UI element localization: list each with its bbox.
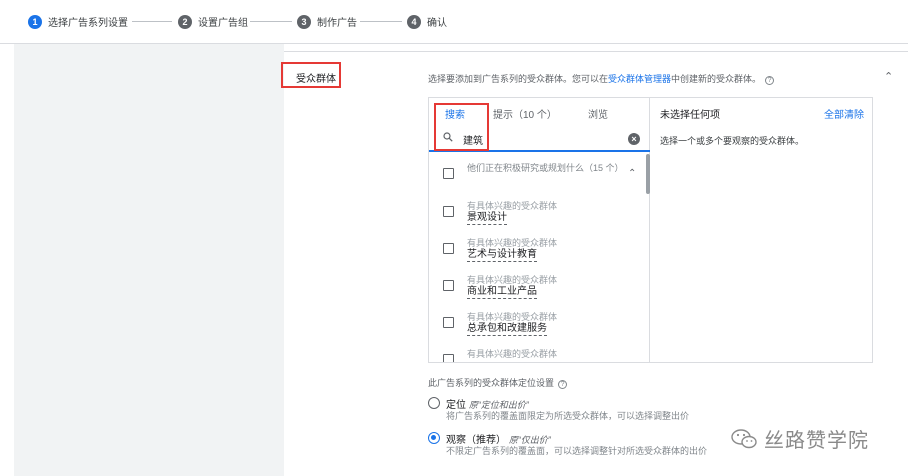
left-panel [14, 44, 284, 476]
results-list: 他们正在积极研究或规划什么（15 个） ⌃ 有具体兴趣的受众群体 景观设计 有具… [429, 154, 650, 362]
chevron-up-icon[interactable]: ⌃ [628, 168, 636, 179]
description-suffix: 中创建新的受众群体。 [671, 74, 762, 84]
help-icon[interactable]: ? [765, 76, 775, 85]
tab-suggestions[interactable]: 提示（10 个） [493, 106, 557, 121]
step-4-label: 确认 [427, 18, 447, 29]
picker-right-pane: 未选择任何项 全部清除 选择一个或多个要观察的受众群体。 [650, 98, 872, 362]
watermark: 丝路赞学院 [730, 424, 869, 453]
step-1[interactable]: 1 选择广告系列设置 [28, 14, 128, 29]
targeting-setting-title: 此广告系列的受众群体定位设置? [428, 376, 568, 389]
item-category: 有具体兴趣的受众群体 [467, 238, 558, 248]
help-icon[interactable]: ? [558, 380, 568, 389]
checkbox[interactable] [443, 168, 454, 179]
page-margin [0, 44, 14, 476]
step-3-label: 制作广告 [317, 18, 357, 29]
item-label: 景观设计 [467, 212, 507, 225]
checkbox[interactable] [443, 354, 454, 362]
step-connector [250, 21, 292, 22]
audience-manager-link[interactable]: 受众群体管理器 [608, 74, 671, 84]
checkbox[interactable] [443, 243, 454, 254]
item-category: 有具体兴趣的受众群体 [467, 312, 558, 322]
targeting-option-desc: 将广告系列的覆盖面限定为所选受众群体，可以选择调整出价 [446, 411, 690, 421]
step-1-label: 选择广告系列设置 [48, 18, 128, 29]
targeting-radio[interactable] [428, 397, 440, 409]
section-description: 选择要添加到广告系列的受众群体。您可以在受众群体管理器中创建新的受众群体。? [428, 72, 775, 85]
item-label: 商业和工业产品 [467, 286, 537, 299]
checkbox[interactable] [443, 280, 454, 291]
clear-all-button[interactable]: 全部清除 [824, 106, 864, 121]
observation-radio[interactable] [428, 432, 440, 444]
step-1-number: 1 [28, 14, 42, 29]
chevron-up-icon[interactable]: ⌃ [884, 70, 893, 83]
selected-header: 未选择任何项 [660, 110, 720, 121]
clear-search-icon[interactable]: × [628, 133, 640, 145]
checkbox[interactable] [443, 317, 454, 328]
highlight-box [281, 62, 341, 88]
highlight-box [434, 103, 489, 151]
step-2[interactable]: 2 设置广告组 [178, 14, 248, 29]
item-label: 艺术与设计教育 [467, 249, 537, 262]
audience-picker: 搜索 提示（10 个） 浏览 建筑 × 他们正在积极研究或规划什么（15 个） … [428, 97, 873, 363]
group-label: 他们正在积极研究或规划什么（15 个） [467, 163, 624, 173]
wechat-icon [731, 428, 757, 448]
step-2-label: 设置广告组 [198, 18, 248, 29]
description-prefix: 选择要添加到广告系列的受众群体。您可以在 [428, 74, 609, 84]
step-4-number: 4 [407, 14, 421, 29]
tab-browse[interactable]: 浏览 [588, 106, 608, 121]
step-2-number: 2 [178, 14, 192, 29]
section-divider [284, 44, 908, 52]
targeting-title-text: 此广告系列的受众群体定位设置 [428, 378, 555, 388]
item-label: 总承包和改建服务 [467, 323, 547, 336]
step-3-number: 3 [297, 14, 311, 29]
step-3[interactable]: 3 制作广告 [297, 14, 357, 29]
progress-stepper: 1 选择广告系列设置 2 设置广告组 3 制作广告 4 确认 [0, 0, 908, 44]
step-connector [360, 21, 402, 22]
step-4[interactable]: 4 确认 [407, 14, 447, 29]
step-connector [132, 21, 172, 22]
item-category: 有具体兴趣的受众群体 [467, 201, 558, 211]
watermark-text: 丝路赞学院 [764, 430, 869, 452]
checkbox[interactable] [443, 206, 454, 217]
selected-hint: 选择一个或多个要观察的受众群体。 [660, 136, 805, 146]
item-category: 有具体兴趣的受众群体 [467, 275, 558, 285]
item-category: 有具体兴趣的受众群体 [467, 349, 558, 359]
observation-option-desc: 不限定广告系列的覆盖面，可以选择调整针对所选受众群体的出价 [446, 446, 708, 456]
